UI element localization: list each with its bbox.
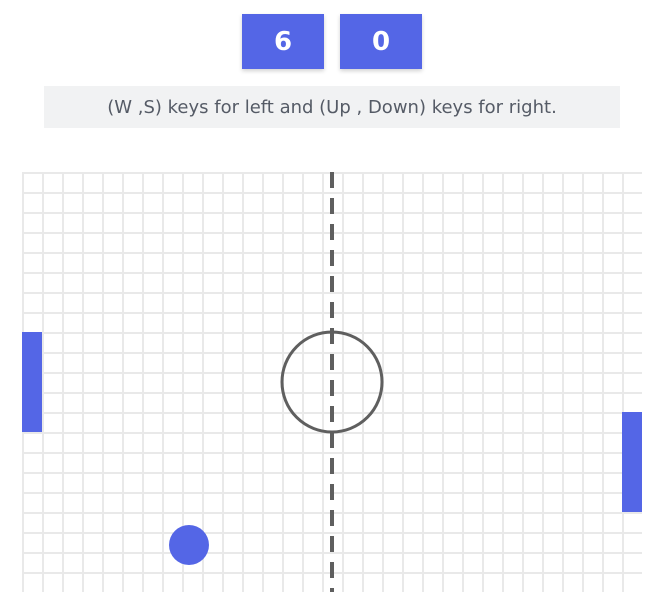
right-paddle[interactable]: [622, 412, 642, 512]
left-player-score: 6: [242, 14, 324, 69]
pong-game: 6 0 (W ,S) keys for left and (Up , Down)…: [0, 0, 669, 609]
game-board[interactable]: [22, 172, 642, 592]
left-paddle[interactable]: [22, 332, 42, 432]
right-player-score: 0: [340, 14, 422, 69]
court-markings: [280, 172, 384, 592]
controls-instructions: (W ,S) keys for left and (Up , Down) key…: [44, 86, 620, 128]
ball: [169, 525, 209, 565]
